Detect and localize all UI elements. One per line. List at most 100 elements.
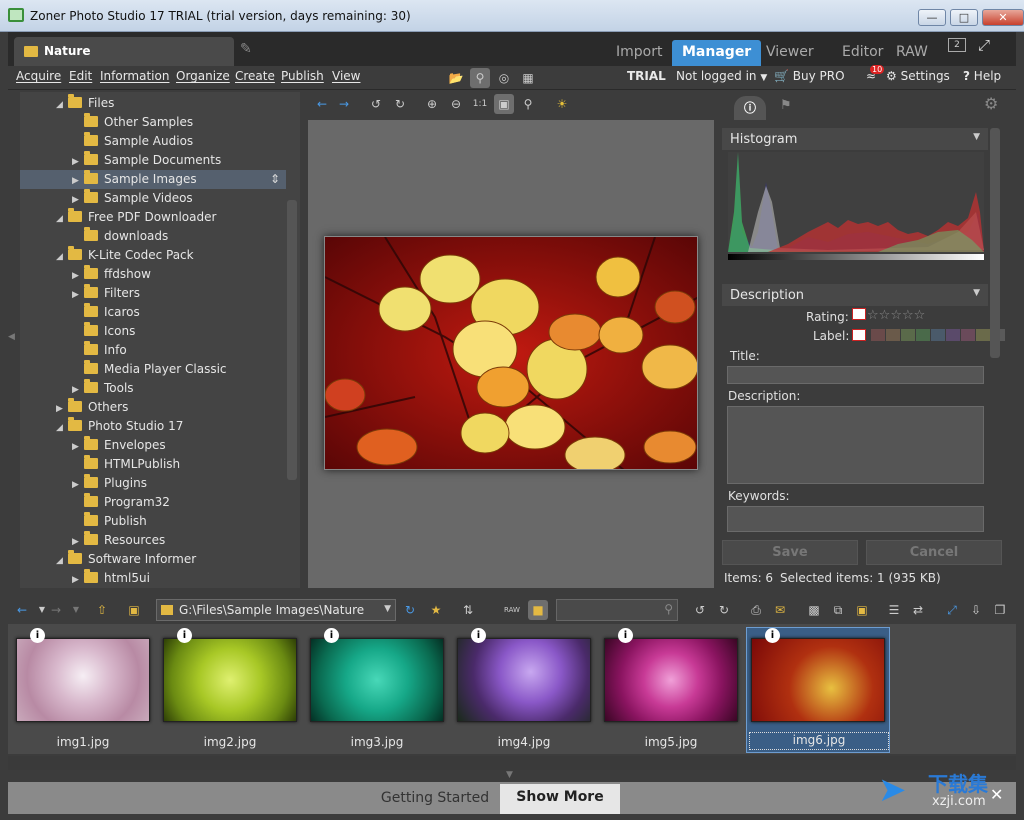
title-field[interactable] [727, 366, 984, 384]
info-tab-icon[interactable]: ⓘ [734, 96, 766, 120]
tree-item[interactable]: ▶ Sample Documents [72, 151, 221, 170]
tree-item[interactable]: ◢ Photo Studio 17 [56, 417, 183, 436]
menu-edit[interactable]: Edit [69, 69, 92, 83]
expanded-arrow-icon[interactable]: ◢ [56, 419, 68, 438]
tree-item[interactable]: Media Player Classic [72, 360, 227, 379]
reorder-icon[interactable]: ⇕ [270, 170, 280, 189]
tree-item[interactable]: Publish [72, 512, 147, 531]
zoom-options-icon[interactable]: ⚲ [518, 94, 538, 114]
zoom-in-icon[interactable]: ⊕ [422, 94, 442, 114]
thumbnail-image[interactable] [751, 638, 885, 722]
tree-item[interactable]: Info [72, 341, 127, 360]
tree-item[interactable]: HTMLPublish [72, 455, 180, 474]
tree-item[interactable]: ◢ Free PDF Downloader [56, 208, 216, 227]
label-color-swatch[interactable] [870, 329, 885, 341]
tree-item[interactable]: ◢ K-Lite Codec Pack [56, 246, 194, 265]
rotate-left-icon[interactable]: ↺ [366, 94, 386, 114]
label-color-swatch[interactable] [975, 329, 990, 341]
minimize-button[interactable]: — [918, 9, 946, 26]
tree-item[interactable]: ▶ Sample Videos [72, 189, 193, 208]
star-icon[interactable]: ☆ [890, 308, 902, 323]
buy-pro-button[interactable]: 🛒 Buy PRO [774, 69, 845, 83]
open-folder-icon[interactable]: 📂 [446, 68, 466, 88]
rotate-left-icon[interactable]: ↺ [690, 600, 710, 620]
tree-item[interactable]: Program32 [72, 493, 170, 512]
copy-icon[interactable]: ⧉ [828, 600, 848, 620]
tab-raw[interactable]: RAW [886, 40, 938, 66]
refresh-icon[interactable]: ↻ [400, 600, 420, 620]
book-icon[interactable]: ▩ [804, 600, 824, 620]
tab-import[interactable]: Import [606, 40, 672, 66]
histogram-header[interactable]: Histogram ▼ [722, 128, 988, 150]
tree-item[interactable]: Other Samples [72, 113, 193, 132]
settings-button[interactable]: ⚙ Settings [886, 69, 950, 83]
search-input[interactable]: ⚲ [556, 599, 678, 621]
panel-settings-gear-icon[interactable]: ⚙ [984, 94, 998, 113]
package-icon[interactable]: ▣ [852, 600, 872, 620]
menu-publish[interactable]: Publish [281, 69, 324, 83]
map-icon[interactable]: ◎ [494, 68, 514, 88]
back-arrow-icon[interactable]: ← [312, 94, 332, 114]
panel-scrollbar[interactable] [990, 128, 1000, 358]
label-color-swatch[interactable] [885, 329, 900, 341]
tree-item[interactable]: Icons [72, 322, 135, 341]
forward-arrow-icon[interactable]: → [334, 94, 354, 114]
help-button[interactable]: ? Help [963, 69, 1001, 83]
raw-jpg-icon[interactable]: RAW [502, 600, 522, 620]
tab-editor[interactable]: Editor [832, 40, 893, 66]
tree-item[interactable]: downloads [72, 227, 168, 246]
thumbnail-image[interactable] [457, 638, 591, 722]
tree-item[interactable]: ▶ Sample Images ⇕ [20, 170, 286, 189]
collapse-left-icon[interactable]: ◀ [8, 332, 15, 342]
info-icon[interactable]: i [765, 628, 780, 643]
star-icon[interactable]: ☆ [867, 308, 879, 323]
folder-up-icon[interactable]: ⇧ [92, 600, 112, 620]
menu-create[interactable]: Create [235, 69, 275, 83]
tree-item[interactable]: ▶ html5ui [72, 569, 150, 588]
rotate-right-icon[interactable]: ↻ [714, 600, 734, 620]
tree-scrollbar[interactable] [287, 200, 297, 480]
path-field[interactable]: G:\Files\Sample Images\Nature ▼ [156, 599, 396, 621]
sort-icon[interactable]: ⇅ [458, 600, 478, 620]
label-color-swatch[interactable] [930, 329, 945, 341]
no-label-icon[interactable] [852, 329, 866, 341]
info-icon[interactable]: i [324, 628, 339, 643]
star-icon[interactable]: ☆ [902, 308, 914, 323]
close-icon[interactable]: ✕ [990, 785, 1003, 804]
horizontal-scrollbar[interactable] [8, 756, 1016, 770]
zoom-out-icon[interactable]: ⊖ [446, 94, 466, 114]
info-icon[interactable]: i [471, 628, 486, 643]
no-rating-icon[interactable] [852, 308, 866, 320]
collapsed-arrow-icon[interactable]: ▶ [72, 571, 84, 588]
transfer-icon[interactable]: ⇄ [908, 600, 928, 620]
save-button[interactable]: Save [722, 540, 858, 565]
tree-item[interactable]: ▶ Tools [72, 379, 134, 398]
folder-tree[interactable]: ◢ Files Other Samples Sample Audios ▶ Sample … [20, 92, 300, 588]
tree-item[interactable]: ▶ Resources [72, 531, 165, 550]
label-colors[interactable] [852, 329, 1006, 343]
monitor-icon[interactable]: 2 [948, 38, 966, 52]
chevron-down-icon[interactable]: ▼ [384, 604, 391, 614]
resize-icon[interactable]: ⤢ [942, 600, 962, 620]
tree-item[interactable]: Sample Audios [72, 132, 193, 151]
tree-item[interactable]: ▶ Plugins [72, 474, 147, 493]
print-icon[interactable]: ⎙ [746, 600, 766, 620]
menu-organize[interactable]: Organize [176, 69, 230, 83]
tree-item[interactable]: ◢ Software Informer [56, 550, 196, 569]
favorite-folder-icon[interactable]: ★ [426, 600, 446, 620]
label-color-swatch[interactable] [900, 329, 915, 341]
expanded-arrow-icon[interactable]: ◢ [56, 96, 68, 115]
description-field[interactable] [727, 406, 984, 484]
folder-tab[interactable]: Nature [14, 37, 234, 66]
tab-viewer[interactable]: Viewer [756, 40, 824, 66]
actual-size-icon[interactable]: 1:1 [470, 94, 490, 114]
star-icon[interactable]: ☆ [914, 308, 926, 323]
thumbnail-image[interactable] [604, 638, 738, 722]
keywords-field[interactable] [727, 506, 984, 532]
batch-icon[interactable]: ☰ [884, 600, 904, 620]
folder-icon[interactable]: ▣ [124, 600, 144, 620]
show-folders-icon[interactable]: ■ [528, 600, 548, 620]
show-more-tab[interactable]: Show More [500, 784, 620, 814]
fullscreen-icon[interactable]: ⤢ [978, 36, 990, 54]
forward-arrow-icon[interactable]: → [46, 600, 66, 620]
